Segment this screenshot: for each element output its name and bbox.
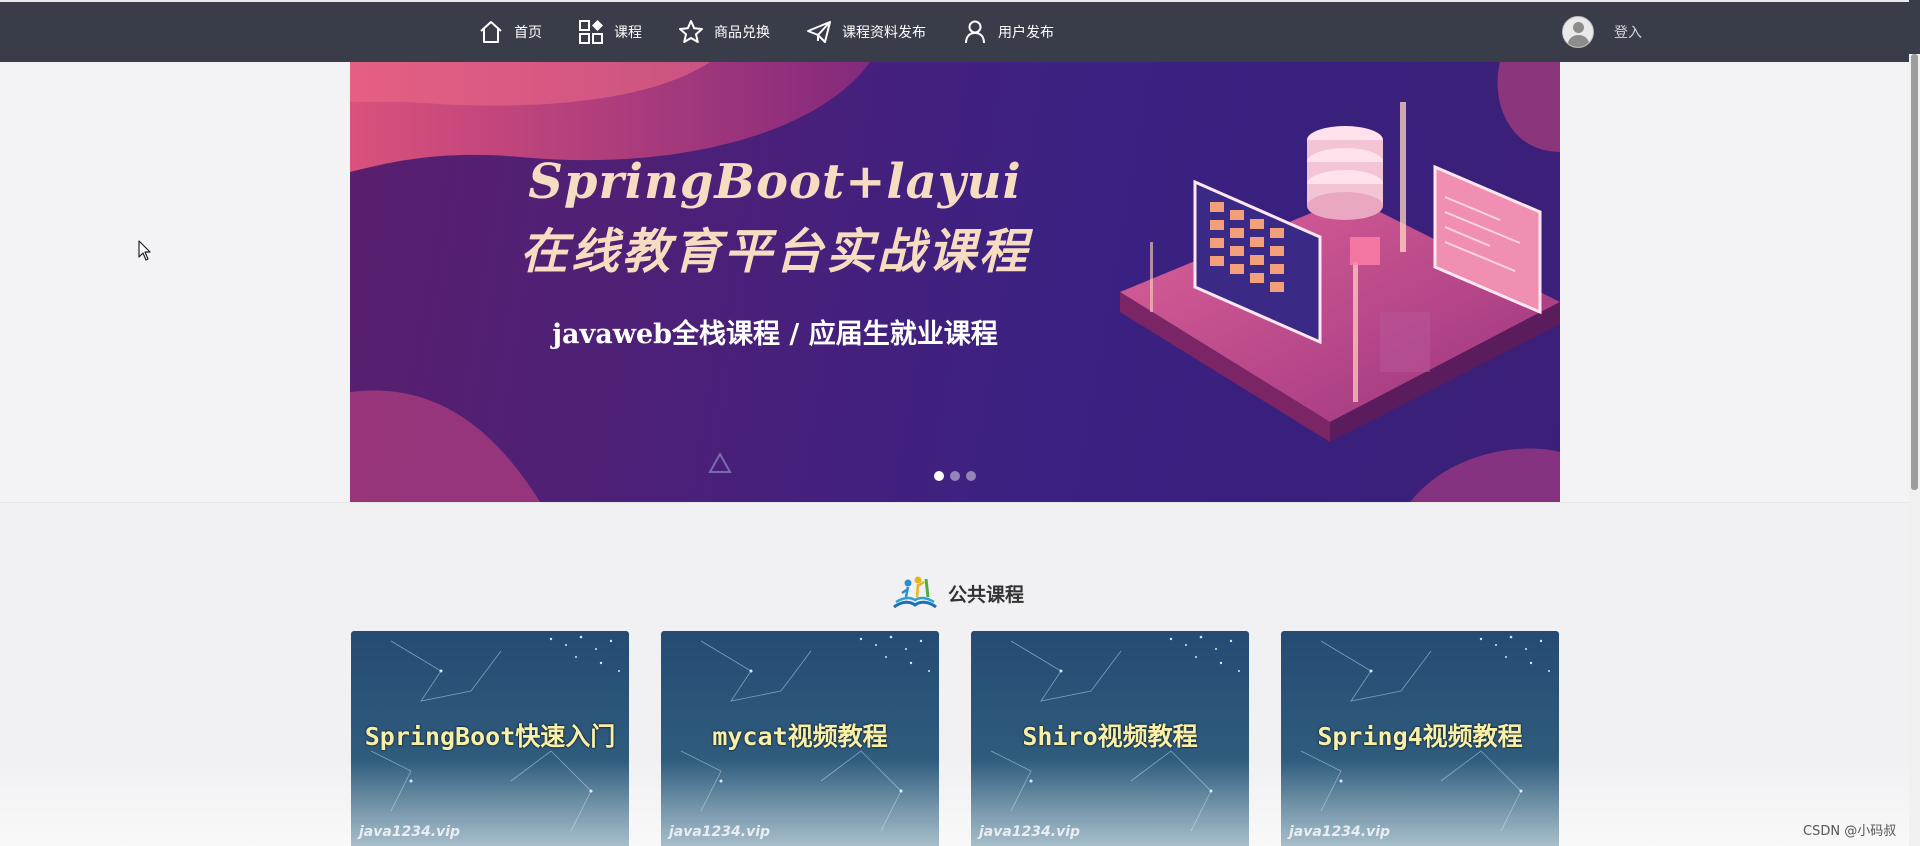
nav-item-label: 商品兑换 bbox=[714, 25, 770, 41]
page-scrollbar-thumb[interactable] bbox=[1911, 54, 1918, 490]
main-nav: 首页 课程 商品兑换 课程资料发布 用户发布 bbox=[478, 2, 1090, 62]
watermark: CSDN @小码叔 bbox=[1803, 824, 1897, 839]
nav-item-user-publish[interactable]: 用户发布 bbox=[962, 19, 1054, 45]
nav-item-label: 首页 bbox=[514, 25, 542, 41]
course-card-title: Spring4视频教程 bbox=[1317, 722, 1523, 751]
home-icon bbox=[480, 21, 502, 43]
course-card-footer: java1234.vip bbox=[359, 824, 461, 840]
scrollbar-top bbox=[1909, 0, 1920, 54]
user-icon bbox=[965, 20, 985, 44]
star-icon bbox=[679, 20, 703, 43]
course-card[interactable]: Spring4视频教程 java1234.vip bbox=[1281, 631, 1559, 846]
course-list: SpringBoot快速入门 java1234.vip mycat视频教程 ja… bbox=[351, 631, 1559, 846]
carousel-dot[interactable] bbox=[934, 471, 944, 481]
carousel-dot[interactable] bbox=[966, 471, 976, 481]
section-title-text: 公共课程 bbox=[948, 583, 1025, 606]
course-card-title: Shiro视频教程 bbox=[1022, 722, 1198, 751]
course-card-footer: java1234.vip bbox=[669, 824, 771, 840]
login-link[interactable]: 登入 bbox=[1614, 22, 1642, 42]
nav-item-label: 课程资料发布 bbox=[842, 25, 926, 41]
carousel-indicators bbox=[934, 471, 982, 481]
carousel-dot[interactable] bbox=[950, 471, 960, 481]
carousel-banner[interactable]: SpringBoot+layui 在线教育平台实战课程 javaweb全栈课程 … bbox=[350, 62, 1560, 502]
banner-subtitle: javaweb全栈课程 / 应届生就业课程 bbox=[552, 319, 998, 350]
send-icon bbox=[807, 21, 831, 43]
banner-title-line1: SpringBoot+layui bbox=[528, 154, 1022, 210]
course-card[interactable]: Shiro视频教程 java1234.vip bbox=[971, 631, 1249, 846]
education-logo-icon bbox=[893, 576, 937, 609]
avatar[interactable] bbox=[1562, 16, 1594, 48]
course-card[interactable]: SpringBoot快速入门 java1234.vip bbox=[351, 631, 629, 846]
banner-title-line2: 在线教育平台实战课程 bbox=[519, 224, 1030, 280]
nav-item-courses[interactable]: 课程 bbox=[578, 19, 642, 45]
nav-item-label: 课程 bbox=[614, 25, 642, 41]
grid-icon bbox=[579, 20, 603, 44]
nav-item-exchange[interactable]: 商品兑换 bbox=[678, 19, 770, 45]
nav-item-publish-material[interactable]: 课程资料发布 bbox=[806, 19, 926, 45]
nav-item-home[interactable]: 首页 bbox=[478, 19, 542, 45]
banner-artwork bbox=[350, 62, 1560, 502]
section-title: 公共课程 bbox=[890, 575, 1024, 611]
mouse-cursor-icon bbox=[138, 240, 151, 261]
nav-item-label: 用户发布 bbox=[998, 25, 1054, 41]
course-card-title: SpringBoot快速入门 bbox=[364, 722, 616, 751]
top-nav-bar: 首页 课程 商品兑换 课程资料发布 用户发布 登入 bbox=[0, 0, 1909, 62]
course-card-footer: java1234.vip bbox=[1289, 824, 1391, 840]
login-area[interactable]: 登入 bbox=[1562, 16, 1642, 48]
course-card-title: mycat视频教程 bbox=[712, 722, 888, 751]
course-card[interactable]: mycat视频教程 java1234.vip bbox=[661, 631, 939, 846]
course-card-footer: java1234.vip bbox=[979, 824, 1081, 840]
